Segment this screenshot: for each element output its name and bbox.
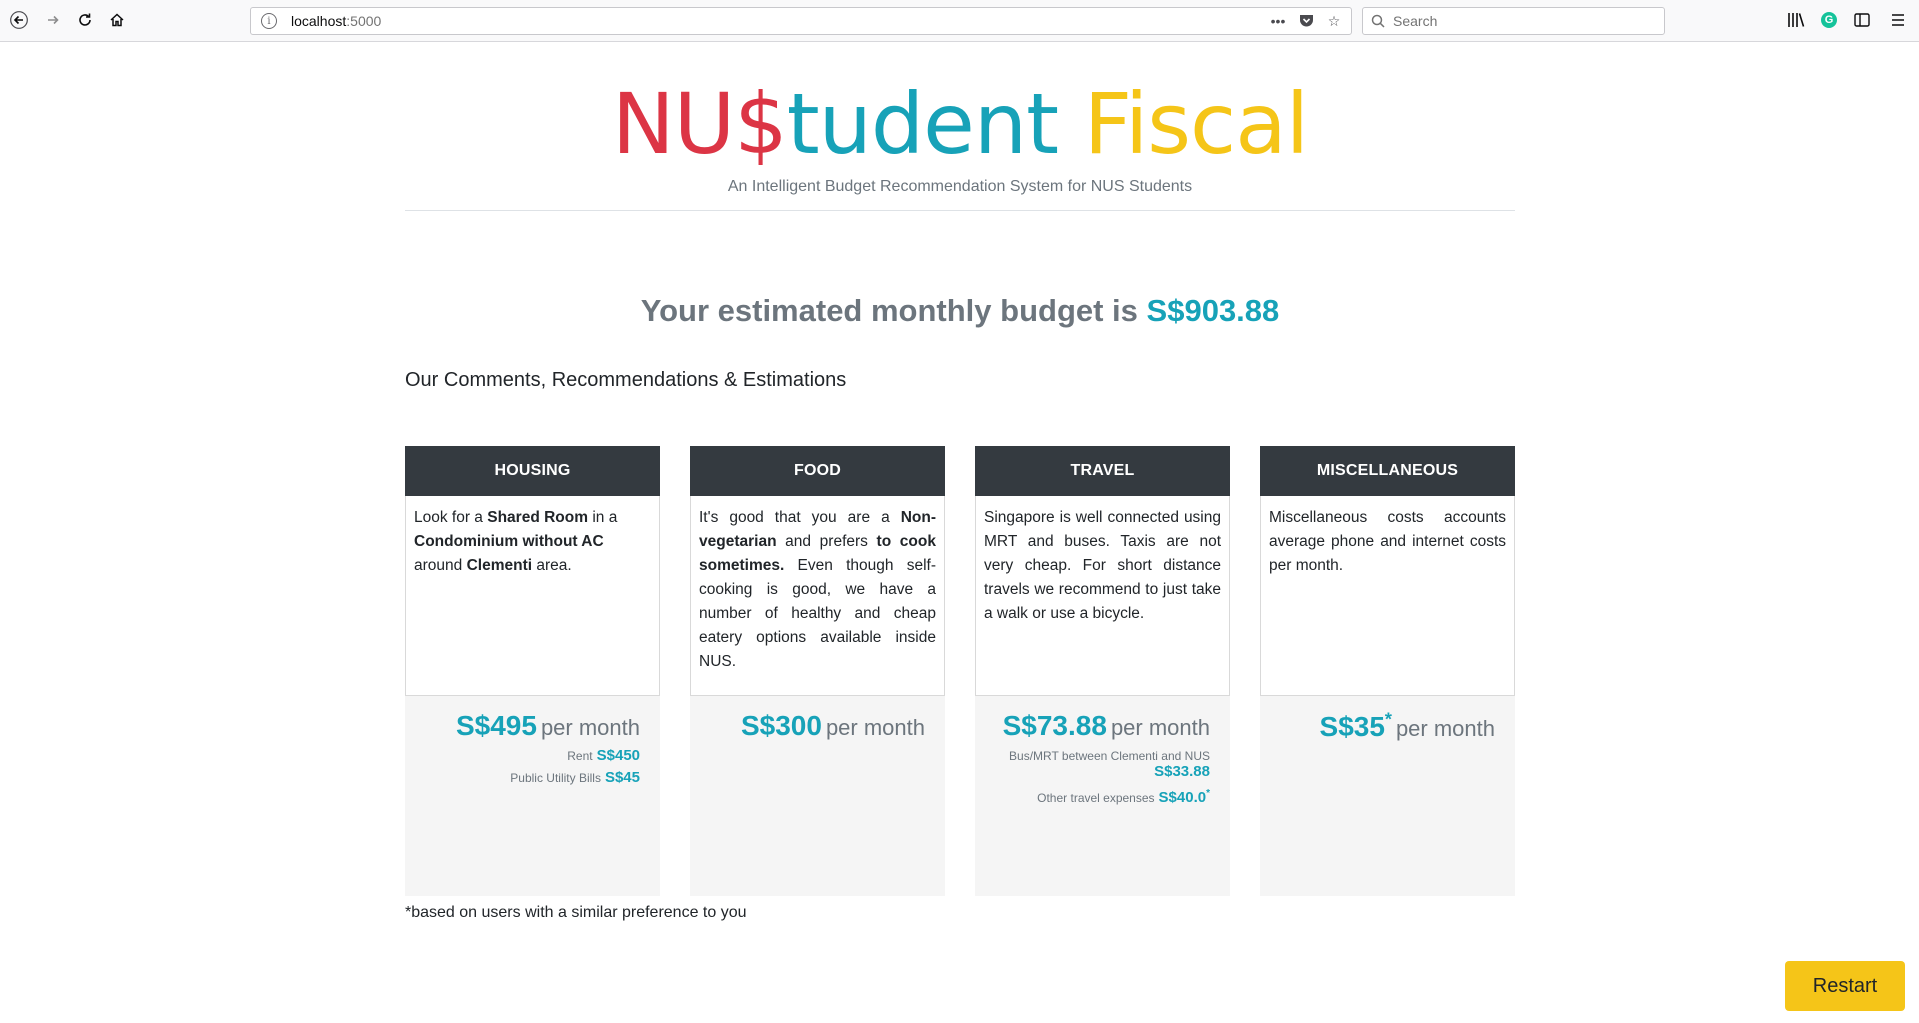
category-cards: HOUSING Look for a Shared Room in a Cond… (405, 446, 1515, 896)
travel-bus-line: Bus/MRT between Clementi and NUS S$33.88 (1009, 749, 1210, 780)
housing-card-text: Look for a Shared Room in a Condominium … (405, 496, 660, 696)
section-title: Our Comments, Recommendations & Estimati… (405, 369, 847, 391)
travel-card-title: TRAVEL (975, 446, 1230, 496)
home-icon[interactable] (102, 5, 132, 35)
food-card-cost: S$300 per month (690, 696, 945, 896)
housing-card: HOUSING Look for a Shared Room in a Cond… (405, 446, 660, 896)
brand-tudent: tudent (786, 75, 1059, 173)
browser-toolbar: i localhost:5000 ••• ☆ Search G (0, 0, 1919, 42)
travel-card-cost: S$73.88 per month Bus/MRT between Clement… (975, 696, 1230, 896)
misc-card-text: Miscellaneous costs accounts average pho… (1260, 496, 1515, 696)
budget-amount: S$903.88 (1146, 293, 1280, 328)
misc-price: S$35* (1319, 710, 1392, 743)
food-card: FOOD It's good that you are a Non-vegeta… (690, 446, 945, 896)
travel-price: S$73.88 (1002, 710, 1107, 741)
back-icon[interactable] (4, 5, 34, 35)
search-icon (1371, 14, 1385, 28)
forward-icon[interactable] (38, 5, 68, 35)
sidebar-icon[interactable] (1851, 6, 1873, 34)
travel-per-month: per month (1110, 715, 1210, 740)
grammarly-icon[interactable]: G (1821, 12, 1837, 28)
reload-icon[interactable] (70, 5, 100, 35)
housing-rent-line: Rent S$450 (567, 747, 640, 764)
travel-other-line: Other travel expenses S$40.0* (1037, 788, 1210, 806)
misc-card: MISCELLANEOUS Miscellaneous costs accoun… (1260, 446, 1515, 896)
brand-logo: NU$tudent Fiscal (405, 78, 1515, 170)
food-per-month: per month (825, 715, 925, 740)
more-actions-icon[interactable]: ••• (1269, 12, 1287, 30)
housing-card-title: HOUSING (405, 446, 660, 496)
tagline: An Intelligent Budget Recommendation Sys… (727, 178, 1193, 195)
library-icon[interactable] (1785, 6, 1807, 34)
brand-fiscal: Fiscal (1083, 75, 1309, 173)
footnote: *based on users with a similar preferenc… (405, 904, 747, 921)
food-card-text: It's good that you are a Non-vegetarian … (690, 496, 945, 696)
travel-card-text: Singapore is well connected using MRT an… (975, 496, 1230, 696)
travel-card: TRAVEL Singapore is well connected using… (975, 446, 1230, 896)
search-input[interactable]: Search (1362, 7, 1665, 35)
food-price: S$300 (740, 710, 822, 741)
housing-card-cost: S$495 per month Rent S$450 Public Utility … (405, 696, 660, 896)
header-divider (405, 210, 1515, 211)
food-card-title: FOOD (690, 446, 945, 496)
budget-heading: Your estimated monthly budget is S$903.8… (405, 293, 1515, 329)
pocket-icon[interactable] (1297, 12, 1315, 30)
misc-card-title: MISCELLANEOUS (1260, 446, 1515, 496)
misc-card-cost: S$35* per month (1260, 696, 1515, 896)
page-content: NU$tudent Fiscal An Intelligent Budget R… (405, 42, 1515, 896)
bookmark-star-icon[interactable]: ☆ (1325, 12, 1343, 30)
misc-per-month: per month (1395, 716, 1495, 742)
housing-price: S$495 (455, 710, 537, 741)
housing-per-month: per month (540, 715, 640, 740)
restart-button[interactable]: Restart (1785, 961, 1905, 1011)
url-bar[interactable]: i localhost:5000 ••• ☆ (250, 7, 1352, 35)
info-icon[interactable]: i (261, 13, 277, 29)
housing-utility-line: Public Utility Bills S$45 (510, 769, 640, 786)
search-placeholder: Search (1393, 13, 1438, 29)
budget-prefix: Your estimated monthly budget is (640, 293, 1138, 328)
menu-icon[interactable] (1887, 6, 1909, 34)
url-text: localhost:5000 (291, 13, 382, 29)
brand-nu: NU$ (611, 75, 788, 173)
